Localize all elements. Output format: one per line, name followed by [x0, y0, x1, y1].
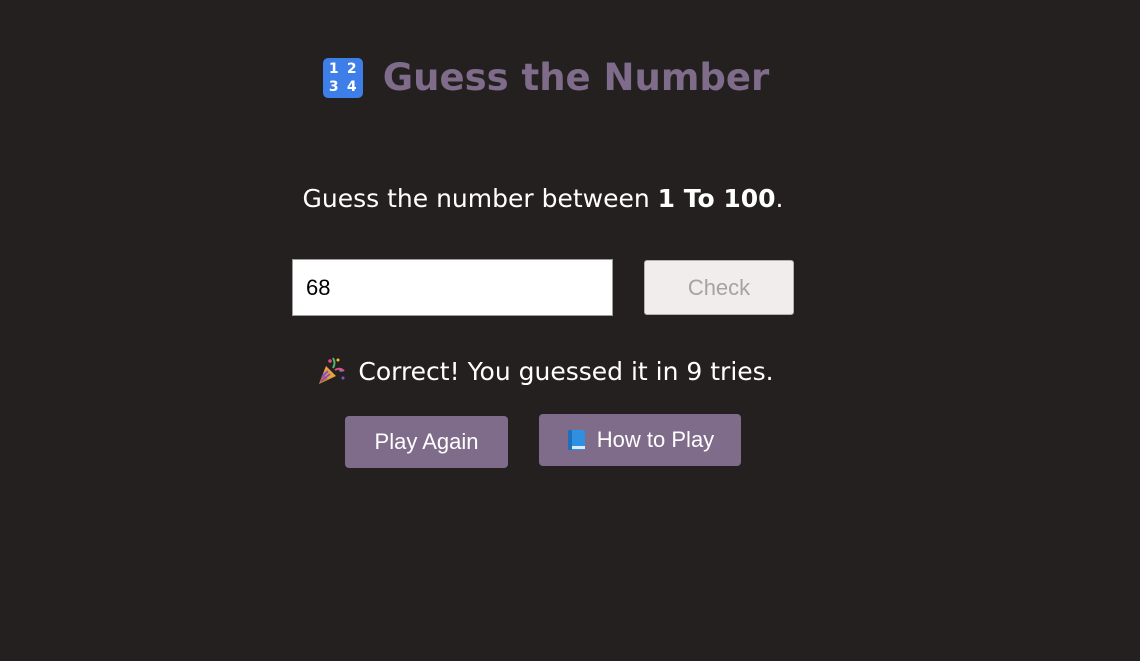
game-container: 1 2 3 4 Guess the Number Guess the numbe…: [0, 0, 1140, 661]
blue-book-icon: [566, 429, 586, 451]
play-again-label: Play Again: [374, 429, 479, 454]
check-button[interactable]: Check: [644, 260, 794, 315]
result-text: Correct! You guessed it in 9 tries.: [358, 356, 774, 386]
party-popper-icon: [316, 356, 346, 386]
result-message: Correct! You guessed it in 9 tries.: [0, 356, 1090, 386]
guess-input[interactable]: [292, 259, 613, 316]
instruction-suffix: .: [775, 184, 784, 213]
instruction-prefix: Guess the number between: [302, 184, 658, 213]
instruction-text: Guess the number between 1 To 100.: [0, 184, 1086, 213]
how-to-play-label: How to Play: [596, 427, 715, 452]
play-again-button[interactable]: Play Again: [345, 416, 508, 468]
how-to-play-button[interactable]: How to Play: [539, 414, 741, 466]
page-title: Guess the Number: [382, 56, 770, 99]
instruction-range: 1 To 100: [657, 184, 776, 213]
page-header: 1 2 3 4 Guess the Number: [0, 56, 1092, 99]
input-numbers-icon: 1 2 3 4: [322, 57, 363, 98]
